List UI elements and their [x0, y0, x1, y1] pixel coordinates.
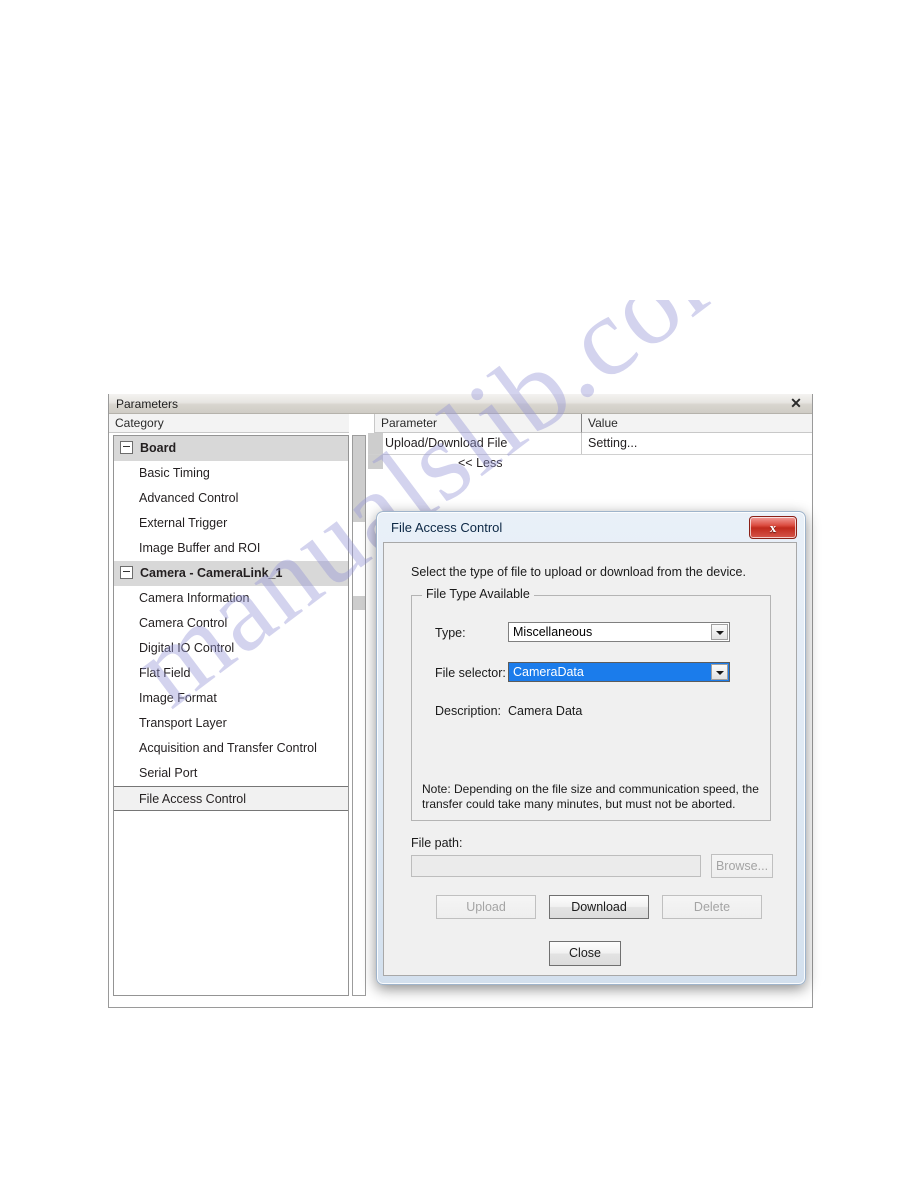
file-path-label: File path: [411, 836, 463, 850]
sidebar-item-acquisition-and-transfer-control[interactable]: Acquisition and Transfer Control [114, 736, 348, 761]
sidebar-item-camera-control[interactable]: Camera Control [114, 611, 348, 636]
file-path-input[interactable] [411, 855, 701, 877]
column-header-value: Value [581, 414, 812, 433]
type-label: Type: [435, 626, 466, 640]
close-icon-glyph: x [769, 520, 777, 535]
sidebar-item-label: External Trigger [139, 516, 228, 530]
sidebar-item-label: Image Buffer and ROI [139, 541, 261, 555]
browse-button[interactable]: Browse... [711, 854, 773, 878]
sidebar-item-label: Camera Information [139, 591, 250, 605]
chevron-down-icon[interactable] [711, 664, 728, 680]
sidebar-item-advanced-control[interactable]: Advanced Control [114, 486, 348, 511]
dialog-titlebar: File Access Control x [377, 512, 805, 544]
sidebar-item-label: Board [140, 441, 177, 455]
upload-button[interactable]: Upload [436, 895, 536, 919]
parameters-titlebar: Parameters ✕ [109, 394, 812, 414]
sidebar-item-label: Flat Field [139, 666, 191, 680]
sidebar-item-label: Image Format [139, 691, 217, 705]
sidebar-item-label: Camera - CameraLink_1 [140, 566, 283, 580]
sidebar-item-label: Advanced Control [139, 491, 239, 505]
sidebar-item-external-trigger[interactable]: External Trigger [114, 511, 348, 536]
column-header-parameter: Parameter [374, 414, 581, 433]
file-selector-select[interactable]: CameraData [508, 662, 730, 682]
type-select-value: Miscellaneous [513, 625, 593, 639]
sidebar-item-label: Serial Port [139, 766, 198, 780]
close-button[interactable]: Close [549, 941, 621, 966]
type-select[interactable]: Miscellaneous [508, 622, 730, 642]
dialog-body: Select the type of file to upload or dow… [383, 542, 797, 976]
description-label: Description: [435, 704, 501, 718]
delete-button[interactable]: Delete [662, 895, 762, 919]
parameter-value[interactable]: Setting... [581, 433, 805, 454]
file-type-available-group: File Type Available Type: Miscellaneous … [411, 587, 771, 821]
sidebar-item-label: Transport Layer [139, 716, 227, 730]
sidebar-item-label: Acquisition and Transfer Control [139, 741, 317, 755]
sidebar-item-flat-field[interactable]: Flat Field [114, 661, 348, 686]
scrollbar-thumb[interactable] [353, 436, 365, 522]
file-access-control-dialog: File Access Control x Select the type of… [376, 511, 806, 985]
sidebar-item-serial-port[interactable]: Serial Port [114, 761, 348, 786]
sidebar-item-camera-cameralink-1[interactable]: Camera - CameraLink_1 [114, 561, 348, 586]
sidebar-item-image-format[interactable]: Image Format [114, 686, 348, 711]
category-tree: Board Basic Timing Advanced Control Exte… [113, 435, 349, 996]
toggle-less-link[interactable]: << Less [458, 456, 502, 470]
scrollbar-thumb-secondary[interactable] [353, 596, 365, 610]
dialog-intro-text: Select the type of file to upload or dow… [411, 565, 746, 579]
collapse-icon[interactable] [120, 566, 133, 580]
sidebar-item-label: File Access Control [139, 792, 246, 806]
note-text: Note: Depending on the file size and com… [422, 782, 759, 811]
table-row[interactable]: Upload/Download File Setting... [368, 433, 812, 455]
less-row: << Less [368, 454, 812, 476]
parameter-name: Upload/Download File [385, 436, 508, 450]
dialog-title: File Access Control [391, 520, 503, 535]
sidebar-item-board[interactable]: Board [114, 436, 348, 461]
sidebar-item-digital-io-control[interactable]: Digital IO Control [114, 636, 348, 661]
column-header-category: Category [109, 414, 349, 433]
close-icon[interactable]: ✕ [788, 396, 804, 412]
sidebar-item-transport-layer[interactable]: Transport Layer [114, 711, 348, 736]
sidebar-item-basic-timing[interactable]: Basic Timing [114, 461, 348, 486]
close-icon[interactable]: x [749, 516, 797, 539]
download-button[interactable]: Download [549, 895, 649, 919]
chevron-down-icon[interactable] [711, 624, 728, 640]
category-scrollbar[interactable] [352, 435, 366, 996]
collapse-icon[interactable] [120, 441, 133, 455]
sidebar-item-label: Basic Timing [139, 466, 210, 480]
sidebar-item-label: Digital IO Control [139, 641, 235, 655]
sidebar-item-image-buffer-and-roi[interactable]: Image Buffer and ROI [114, 536, 348, 561]
sidebar-item-label: Camera Control [139, 616, 228, 630]
group-legend: File Type Available [422, 587, 534, 601]
sidebar-item-file-access-control[interactable]: File Access Control [114, 786, 348, 811]
sidebar-item-camera-information[interactable]: Camera Information [114, 586, 348, 611]
parameters-window-title: Parameters [116, 397, 179, 411]
file-selector-label: File selector: [435, 666, 506, 680]
file-selector-value: CameraData [513, 665, 584, 679]
description-value: Camera Data [508, 704, 583, 718]
